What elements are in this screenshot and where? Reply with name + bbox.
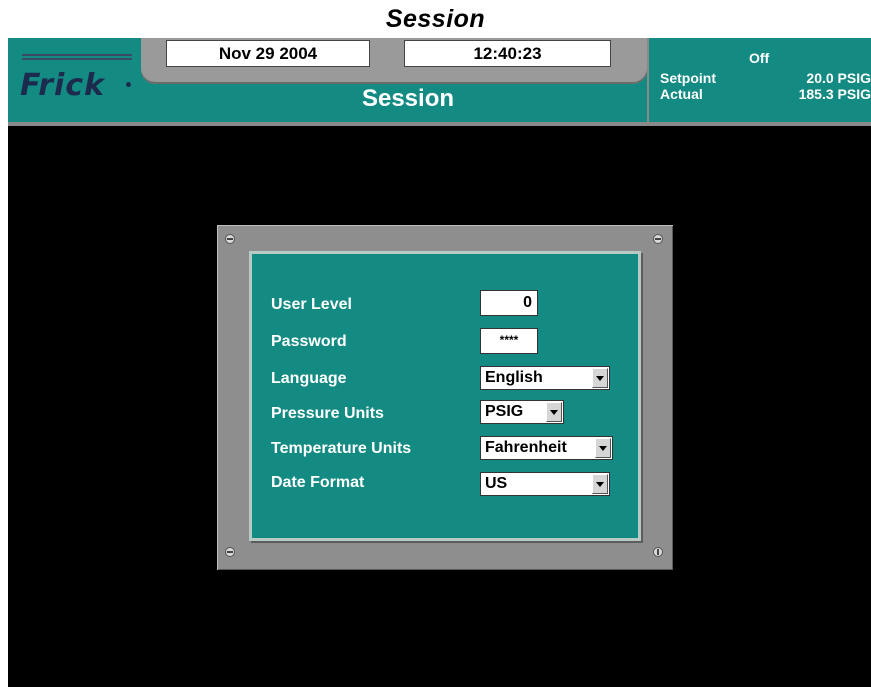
pressure-units-select[interactable]: PSIG bbox=[480, 400, 564, 424]
temperature-units-select[interactable]: Fahrenheit bbox=[480, 436, 613, 460]
screw-icon bbox=[225, 547, 235, 557]
date-format-select[interactable]: US bbox=[480, 472, 610, 496]
user-level-label: User Level bbox=[271, 296, 352, 313]
chevron-down-icon[interactable] bbox=[595, 438, 611, 458]
screw-icon bbox=[653, 234, 663, 244]
pressure-units-value: PSIG bbox=[485, 403, 524, 420]
session-dialog: User Level 0 Password **** Language Engl… bbox=[217, 225, 673, 570]
actual-label: Actual bbox=[660, 86, 703, 102]
user-level-field[interactable]: 0 bbox=[480, 290, 538, 316]
chevron-down-icon[interactable] bbox=[592, 368, 608, 388]
session-panel: User Level 0 Password **** Language Engl… bbox=[249, 251, 641, 541]
chevron-down-icon[interactable] bbox=[592, 474, 608, 494]
status-panel: Off Setpoint 20.0 PSIG Actual 185.3 PSIG bbox=[647, 38, 871, 122]
temperature-units-value: Fahrenheit bbox=[485, 439, 567, 456]
frick-logo: Frick bbox=[8, 38, 142, 122]
date-format-label: Date Format bbox=[271, 474, 365, 491]
screw-icon bbox=[225, 234, 235, 244]
document-title: Session bbox=[385, 5, 486, 33]
language-value: English bbox=[485, 369, 543, 386]
temperature-units-label: Temperature Units bbox=[271, 440, 412, 457]
page-title: Session bbox=[361, 85, 455, 112]
screw-icon bbox=[653, 547, 663, 557]
logo-text: Frick bbox=[20, 68, 106, 103]
header-bar: Frick Nov 29 2004 12:40:23 Session Off S… bbox=[8, 38, 871, 126]
pressure-units-label: Pressure Units bbox=[271, 405, 384, 422]
run-status: Off bbox=[749, 50, 770, 66]
chevron-down-icon[interactable] bbox=[546, 402, 562, 422]
date-format-value: US bbox=[485, 475, 508, 492]
hmi-screen: Frick Nov 29 2004 12:40:23 Session Off S… bbox=[8, 38, 871, 687]
language-select[interactable]: English bbox=[480, 366, 610, 390]
setpoint-value: 20.0 PSIG bbox=[806, 70, 871, 86]
password-label: Password bbox=[271, 333, 347, 350]
setpoint-label: Setpoint bbox=[660, 70, 716, 86]
page: Session Frick Nov 29 2004 12:40:23 Sessi… bbox=[0, 0, 871, 687]
time-display: 12:40:23 bbox=[404, 40, 611, 67]
language-label: Language bbox=[271, 370, 347, 387]
password-field[interactable]: **** bbox=[480, 328, 538, 354]
date-display: Nov 29 2004 bbox=[166, 40, 370, 67]
actual-value: 185.3 PSIG bbox=[798, 86, 871, 102]
